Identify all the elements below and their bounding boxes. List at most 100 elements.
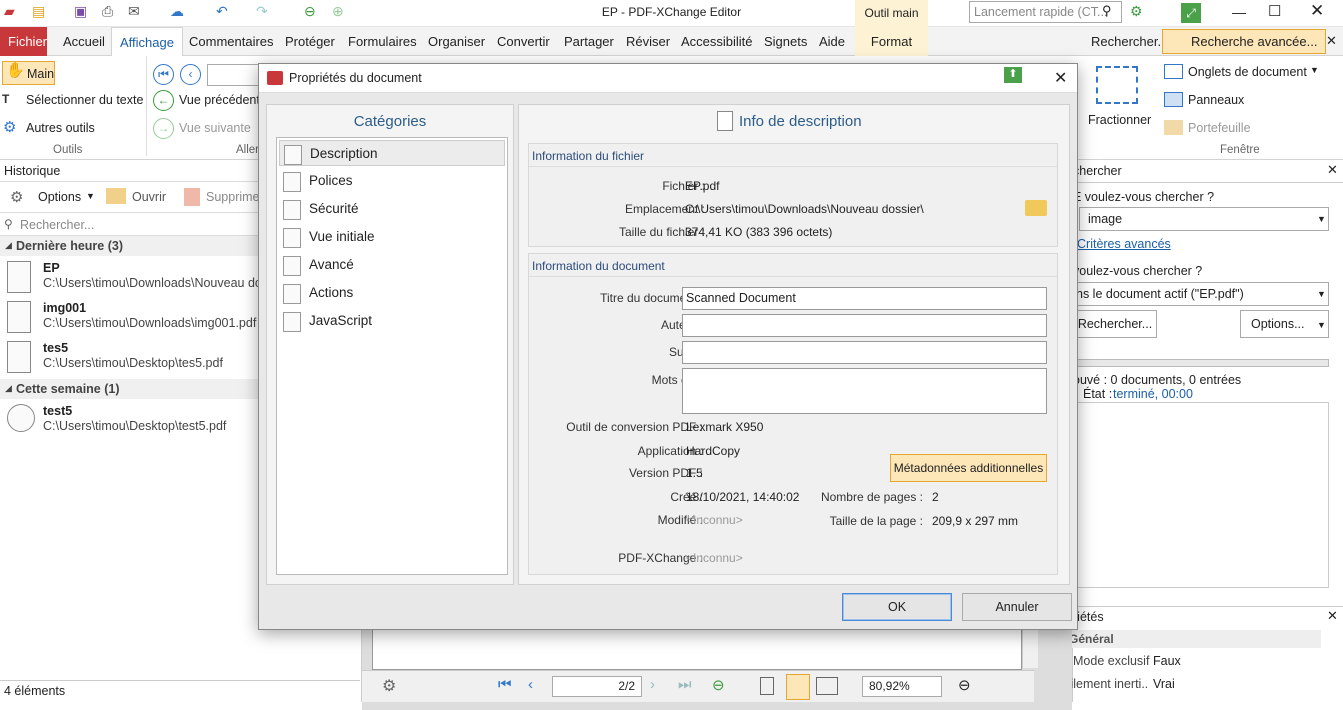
ok-button[interactable]: OK [842,593,952,621]
split-button[interactable]: Fractionner [1088,108,1151,132]
fullscreen-icon[interactable]: ⤢ [1181,3,1201,23]
tab-signets[interactable]: Signets [756,27,815,56]
category-vue-initiale[interactable]: Vue initiale [279,224,505,250]
two-pages-icon[interactable] [816,677,838,695]
close-ribbon-icon[interactable]: ✕ [1326,33,1337,49]
search-state-label: État : [1083,387,1113,401]
category-avance[interactable]: Avancé [279,252,505,278]
search-options-button[interactable]: Options... [1240,310,1329,338]
search-query-label: E voulez-vous chercher ? [1073,190,1215,204]
doc-tabs-button[interactable]: Onglets de document [1162,60,1307,84]
tab-aide[interactable]: Aide [811,27,853,56]
keywords-input[interactable] [682,368,1047,414]
export-icon[interactable]: ⬆ [1004,67,1022,83]
author-input[interactable] [682,314,1047,337]
modified-value: <Inconnu> [686,513,743,527]
tab-affichage[interactable]: Affichage [111,27,183,56]
cancel-button[interactable]: Annuler [962,593,1072,621]
tab-proteger[interactable]: Protéger [277,27,343,56]
item-name: EP [43,261,60,275]
category-javascript[interactable]: JavaScript [279,308,505,334]
page-indicator[interactable]: 2/2 [552,676,642,697]
close-dialog-button[interactable]: ✕ [1054,68,1067,88]
prev-view-icon[interactable]: ⊖ [712,676,725,694]
continuous-page-icon[interactable] [786,674,810,700]
document-properties-dialog: Propriétés du document ⬆ ✕ Catégories De… [258,63,1078,630]
tab-format[interactable]: Format [855,27,928,56]
application-value: HardCopy [686,444,741,458]
category-label: Polices [309,173,353,188]
property-group[interactable]: ◢ Général [1051,630,1321,648]
settings-icon[interactable]: ⚙ [382,676,396,696]
additional-metadata-button[interactable]: Métadonnées additionnelles [890,454,1047,482]
producer-value: Lexmark X950 [686,420,764,434]
categories-title: Catégories [353,113,427,130]
property-value[interactable]: Faux [1153,654,1181,668]
tab-accueil[interactable]: Accueil [55,27,113,56]
search-icon[interactable]: ⚲ [1102,3,1112,19]
property-key: Mode exclusif [1073,654,1150,668]
open-folder-icon[interactable] [1025,200,1047,216]
action-doc-icon [283,284,301,304]
prev-page-icon[interactable]: ‹ [528,676,533,693]
subject-input[interactable] [682,341,1047,364]
category-description[interactable]: Description [279,140,505,166]
history-open-button[interactable]: Ouvrir [132,190,166,204]
close-pane-icon[interactable]: ✕ [1327,608,1338,624]
search-progress-bar [1073,359,1329,367]
advanced-search-tab-button[interactable]: Recherche avancée... [1162,29,1327,54]
page-number-input[interactable] [207,64,262,86]
quick-launch-input[interactable]: Lancement rapide (CT... [969,1,1122,23]
first-page-icon[interactable]: ⏮ [153,64,174,85]
advanced-criteria-link[interactable]: Critères avancés [1077,237,1171,251]
last-page-icon[interactable]: ⏭ [678,676,692,693]
search-scope-select[interactable]: ns le document actif ("EP.pdf") [1073,282,1329,306]
select-text-button[interactable]: Sélectionner du texte [2,88,143,112]
next-page-icon[interactable]: › [650,676,655,693]
tab-commentaires[interactable]: Commentaires [181,27,282,56]
find-tab-button[interactable]: Rechercher... [1067,27,1176,56]
property-value[interactable]: Vrai [1153,677,1175,691]
search-icon: ⚲ [4,217,13,231]
category-label: Sécurité [309,201,359,216]
chevron-down-icon: ▼ [86,191,95,201]
tab-partager[interactable]: Partager [556,27,622,56]
doc-title-input[interactable]: Scanned Document [682,287,1047,310]
minimize-button[interactable]: — [1232,4,1246,20]
prev-page-icon[interactable]: ‹ [180,64,201,85]
producer-label: Outil de conversion PDF : [566,420,703,434]
file-section-title: Information du fichier [532,149,645,163]
tab-convertir[interactable]: Convertir [489,27,558,56]
search-results-list[interactable] [1073,402,1329,588]
first-page-icon[interactable]: ⏮ [498,676,512,693]
search-state-value: terminé, 00:00 [1113,387,1193,401]
app-logo-icon [267,71,283,85]
find-button[interactable]: Rechercher... [1073,310,1157,338]
tab-accessibilite[interactable]: Accessibilité [673,27,761,56]
info-doc-icon [717,111,733,131]
category-securite[interactable]: Sécurité [279,196,505,222]
maximize-button[interactable]: ☐ [1268,2,1281,20]
category-actions[interactable]: Actions [279,280,505,306]
category-polices[interactable]: Polices [279,168,505,194]
history-options-button[interactable]: Options [38,190,81,204]
category-label: Avancé [309,257,354,272]
tab-organiser[interactable]: Organiser [420,27,493,56]
tab-fichier[interactable]: Fichier [0,27,47,56]
context-tab-outil-main: Outil main [855,0,928,27]
file-info-section: Information du fichier Fichier : EP.pdf … [528,143,1058,247]
zoom-out-icon[interactable]: ⊖ [958,676,971,694]
close-pane-icon[interactable]: ✕ [1327,162,1338,178]
search-query-input[interactable]: image [1079,207,1329,231]
tab-formulaires[interactable]: Formulaires [340,27,425,56]
zoom-select[interactable]: 80,92% [862,676,942,697]
tab-reviser[interactable]: Réviser [618,27,678,56]
history-delete-button[interactable]: Supprime [206,190,260,204]
script-icon [283,312,301,332]
close-window-button[interactable]: ✕ [1310,1,1324,21]
single-page-icon[interactable] [760,677,774,695]
history-count: 4 éléments [0,680,360,702]
document-icon [7,341,31,373]
ribbon-separator [146,56,147,156]
settings-icon[interactable]: ⚙ [1130,3,1143,20]
